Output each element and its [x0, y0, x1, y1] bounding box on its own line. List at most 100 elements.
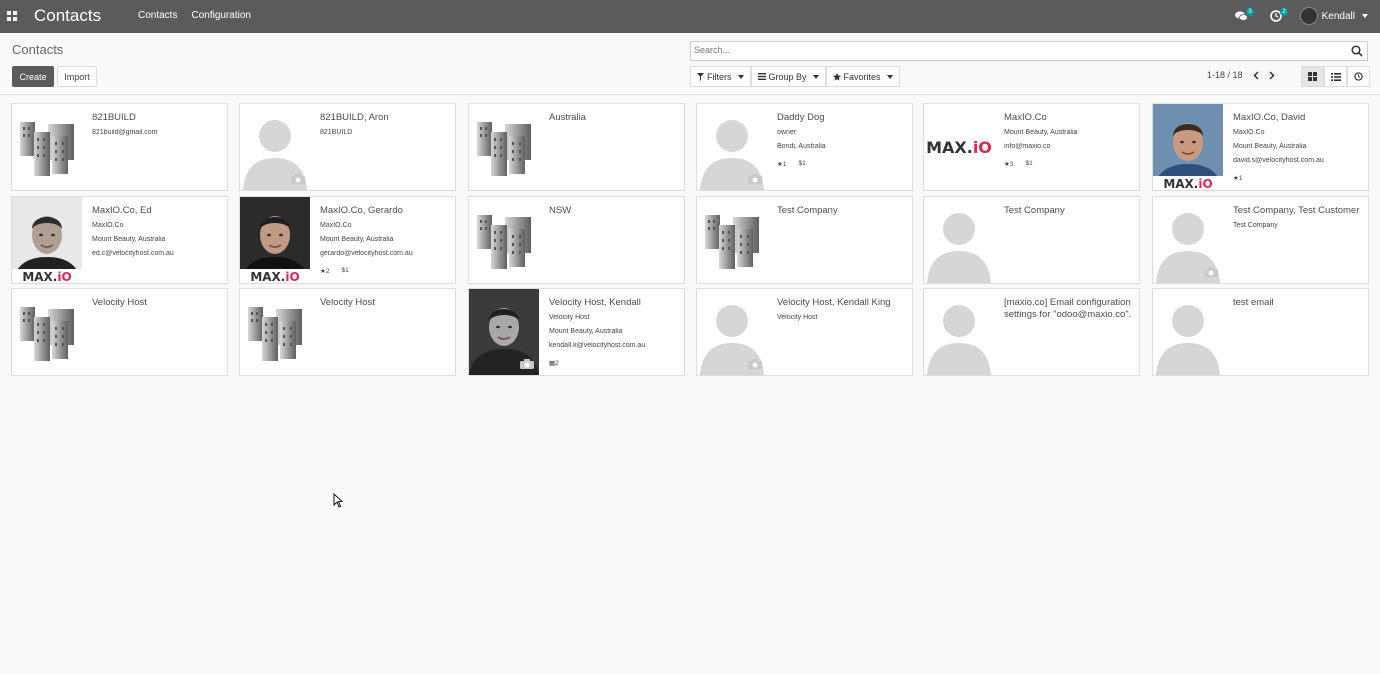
create-button[interactable]: Create	[12, 66, 54, 87]
stat-badge[interactable]: ★1	[1233, 174, 1242, 182]
contact-details: MaxIO.Co, Gerardo MaxIO.Co Mount Beauty, A…	[320, 205, 452, 275]
contact-card[interactable]: MAX.iO MaxIO.Co, Ed MaxIO.Co Mount Beauty, …	[11, 196, 228, 284]
list-view-button[interactable]	[1324, 66, 1347, 87]
contact-name: Daddy Dog	[777, 112, 825, 123]
contact-image: MAX.iO	[924, 104, 994, 190]
apps-menu-icon[interactable]	[7, 11, 17, 21]
maxio-logo-text: MAX.iO	[22, 270, 71, 283]
contact-stats: ★3 $1	[1004, 160, 1136, 168]
contact-card[interactable]: Daddy Dog owner Bondi, Australia ★1 $1	[696, 103, 913, 191]
contact-card[interactable]: Velocity Host, Kendall King Velocity Host	[696, 288, 913, 376]
contact-name: Australia	[549, 112, 586, 123]
main-menu: Contacts Configuration	[138, 10, 251, 21]
contact-image: MAX.iO	[12, 197, 82, 283]
contact-card[interactable]: Australia	[468, 103, 685, 191]
chevron-left-icon[interactable]	[1252, 70, 1259, 80]
contact-card[interactable]: MAX.iO MaxIO.Co, Gerardo MaxIO.Co Mount Bea…	[239, 196, 456, 284]
contact-card[interactable]: Velocity Host	[239, 288, 456, 376]
contact-card[interactable]: Velocity Host	[11, 288, 228, 376]
import-button[interactable]: Import	[57, 66, 97, 87]
chevron-right-icon[interactable]	[1269, 70, 1275, 80]
search-icon[interactable]	[1351, 45, 1363, 57]
contact-details: Test Company	[1004, 205, 1136, 217]
contact-card[interactable]: Test Company	[923, 196, 1140, 284]
contact-card[interactable]: Test Company, Test Customer Test Company	[1152, 196, 1369, 284]
contact-card[interactable]: NSW	[468, 196, 685, 284]
contact-details: Velocity Host	[92, 297, 224, 309]
contact-detail-line: MaxIO.Co	[92, 222, 124, 229]
contact-detail-line: Bondi, Australia	[777, 143, 826, 150]
person-placeholder-icon	[1156, 305, 1220, 375]
contact-card[interactable]: test email	[1152, 288, 1369, 376]
chevron-down-icon	[737, 74, 744, 79]
camera-icon[interactable]	[520, 359, 534, 369]
list-icon	[1330, 72, 1341, 81]
contact-detail-line: Test Company	[1233, 222, 1278, 229]
contact-card[interactable]: Test Company	[696, 196, 913, 284]
activity-view-button[interactable]	[1347, 66, 1370, 87]
company-building-icon	[705, 215, 759, 269]
contact-card[interactable]: Velocity Host, Kendall Velocity Host Mount…	[468, 288, 685, 376]
contact-image	[924, 197, 994, 283]
pager-value[interactable]: 1-18 / 18	[1207, 70, 1243, 80]
messaging-menu[interactable]: 3	[1232, 6, 1254, 26]
contact-details: Test Company, Test Customer Test Company	[1233, 205, 1365, 230]
contact-card[interactable]: MAX.iO MaxIO.Co Mount Beauty, Australia in…	[923, 103, 1140, 191]
contact-detail-line: MaxIO.Co	[1233, 129, 1265, 136]
contact-name: MaxIO.Co, David	[1233, 112, 1306, 123]
contact-image	[469, 104, 539, 190]
contact-card[interactable]: MAX.iO MaxIO.Co, David MaxIO.Co Mount Beaut…	[1152, 103, 1369, 191]
contact-image: MAX.iO	[240, 197, 310, 283]
contact-details: [maxio.co] Email configuration settings …	[1004, 297, 1136, 321]
search-input[interactable]	[694, 45, 1334, 55]
camera-icon[interactable]	[748, 359, 762, 369]
contact-detail-line: kendall.k@velocityhost.com.au	[549, 342, 646, 349]
stat-badge[interactable]: ▦2	[549, 359, 559, 367]
contact-name: test email	[1233, 297, 1274, 308]
filters-button[interactable]: Filters	[690, 66, 751, 87]
stat-badge[interactable]: $1	[341, 267, 348, 275]
stat-badge[interactable]: $1	[1025, 160, 1032, 168]
view-switcher	[1301, 66, 1370, 87]
kanban-view-button[interactable]	[1301, 66, 1324, 87]
groupby-label: Group By	[768, 71, 807, 82]
contact-photo: MAX.iO	[12, 197, 82, 283]
contact-card[interactable]: 821BUILD, Aron 821BUILD	[239, 103, 456, 191]
contact-name: Test Company, Test Customer	[1233, 205, 1360, 216]
camera-icon[interactable]	[748, 174, 762, 184]
contact-name: 821BUILD	[92, 112, 136, 123]
contact-image	[1153, 197, 1223, 283]
contact-card[interactable]: [maxio.co] Email configuration settings …	[923, 288, 1140, 376]
camera-icon[interactable]	[1204, 267, 1218, 277]
top-navbar: Contacts Contacts Configuration 3 2 Kend…	[0, 0, 1380, 33]
stat-badge[interactable]: ★2	[320, 267, 329, 275]
grid-icon	[1308, 72, 1317, 81]
stat-badge[interactable]: $1	[798, 160, 805, 168]
stat-badge[interactable]: ★3	[1004, 160, 1013, 168]
filters-label: Filters	[707, 71, 732, 82]
menu-item-configuration[interactable]: Configuration	[191, 10, 250, 21]
contact-detail-line: owner	[777, 129, 797, 136]
stat-badge[interactable]: ★1	[777, 160, 786, 168]
company-building-icon	[20, 307, 74, 361]
contact-name: NSW	[549, 205, 572, 216]
contact-detail-line: 821BUILD	[320, 129, 353, 136]
contact-stats: ★1 $1	[777, 160, 909, 168]
contact-card[interactable]: 821BUILD 821build@gmail.com	[11, 103, 228, 191]
contact-detail-line: david.s@velocityhost.com.au	[1233, 157, 1324, 164]
person-placeholder-icon	[927, 305, 991, 375]
contact-image: MAX.iO	[1153, 104, 1223, 190]
menu-item-contacts[interactable]: Contacts	[138, 10, 177, 21]
camera-icon[interactable]	[291, 174, 305, 184]
favorites-button[interactable]: Favorites	[825, 66, 900, 87]
contact-name: Test Company	[777, 205, 838, 216]
groupby-button[interactable]: Group By	[750, 66, 826, 87]
contact-detail-line: MaxIO.Co	[320, 222, 352, 229]
contact-details: test email	[1233, 297, 1365, 309]
page-title: Contacts	[12, 42, 64, 57]
contact-detail-line: gerardo@velocityhost.com.au	[320, 250, 413, 257]
contact-photo: MAX.iO	[240, 197, 310, 283]
activity-menu[interactable]: 2	[1266, 6, 1288, 26]
user-menu[interactable]: Kendall	[1299, 7, 1368, 25]
company-building-icon	[477, 215, 531, 269]
